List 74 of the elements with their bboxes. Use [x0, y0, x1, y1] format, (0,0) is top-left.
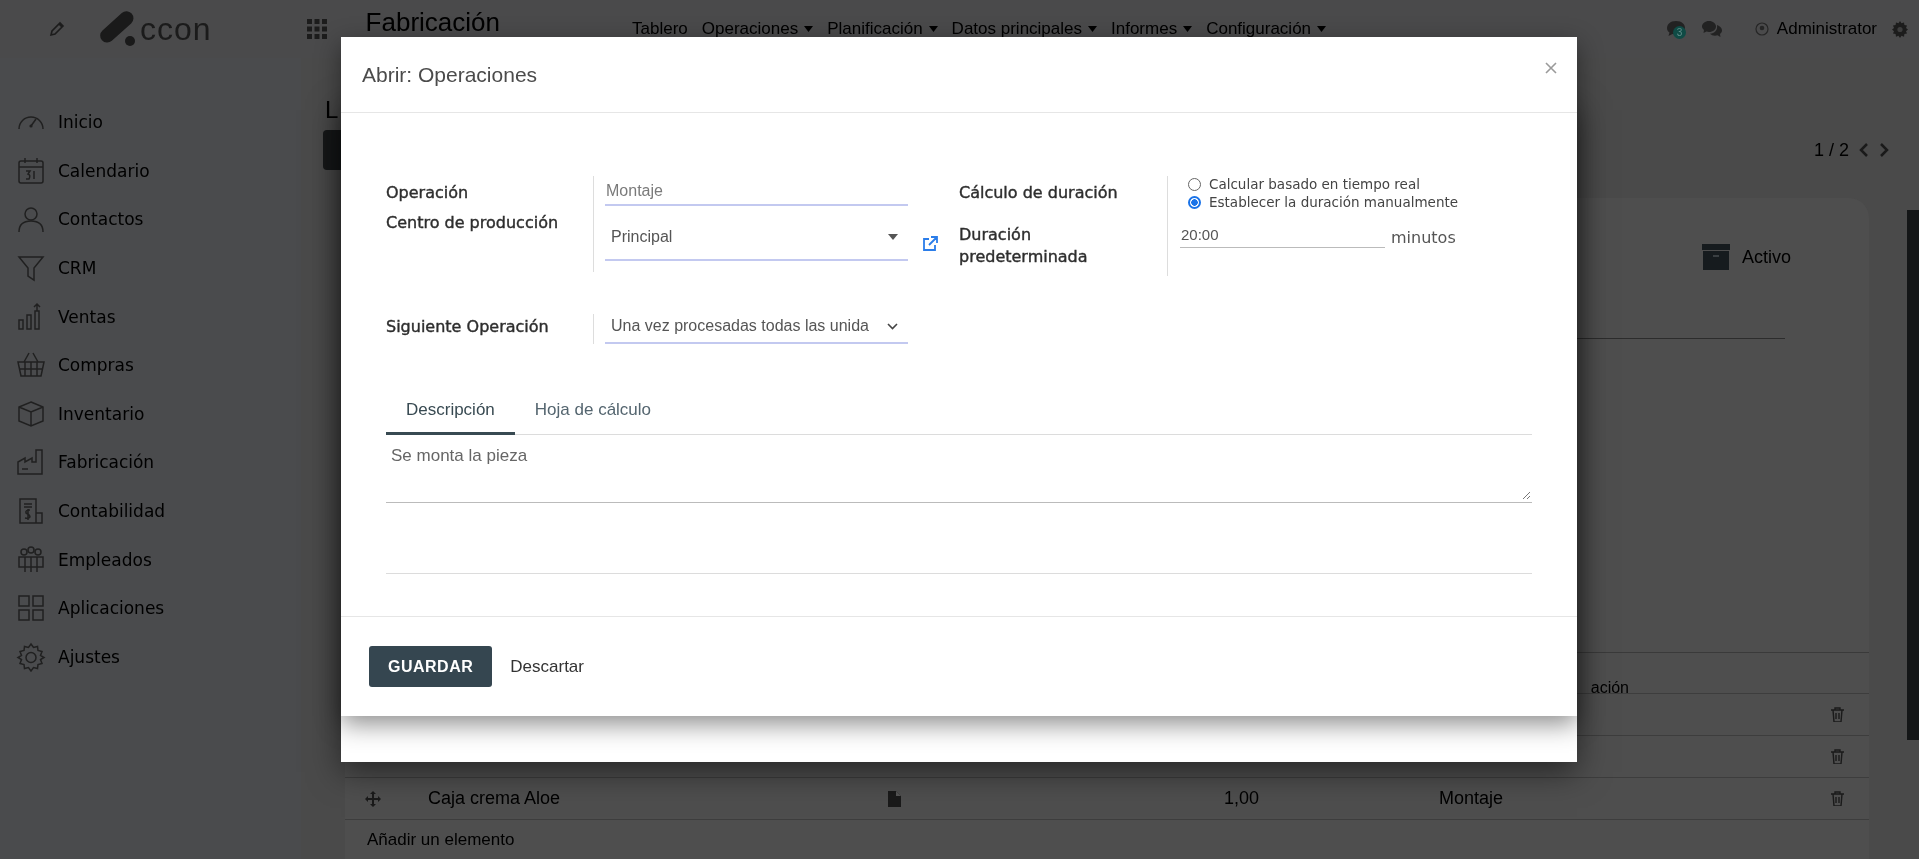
tab[interactable]: Descripción [386, 392, 515, 435]
calendar-icon[interactable] [16, 155, 46, 186]
previous-icon[interactable] [1859, 143, 1869, 157]
add-line-link[interactable]: Añadir un elemento [345, 819, 1869, 850]
sidebar-item[interactable]: Calendario [58, 160, 150, 181]
tab[interactable]: Hoja de cálculo [514, 392, 672, 435]
trash-icon[interactable] [1831, 749, 1844, 764]
apps-grid-icon[interactable] [16, 593, 46, 624]
close-icon[interactable] [1545, 61, 1557, 74]
sidebar-item[interactable]: Inventario [58, 403, 145, 424]
archive-icon [1702, 244, 1730, 270]
dialog-title: Abrir: Operaciones [362, 62, 538, 87]
settings-icon[interactable] [1891, 20, 1909, 38]
input-field[interactable]: Una vez procesadas todas las unida [605, 314, 908, 344]
menu-item[interactable]: Datos principales [951, 19, 1097, 39]
trash-icon[interactable] [1831, 707, 1844, 722]
user-name[interactable]: Administrator [1776, 19, 1877, 39]
caret-icon [888, 234, 898, 240]
save-button[interactable]: GUARDAR [369, 646, 493, 687]
sidebar-item[interactable]: CRM [58, 258, 97, 279]
discard-button[interactable]: Descartar [510, 656, 584, 677]
team-icon[interactable] [16, 544, 46, 575]
description-field[interactable]: Se monta la pieza [386, 435, 1532, 503]
external-link-icon[interactable] [922, 236, 938, 252]
radio-label[interactable]: Calcular basado en tiempo real [1209, 176, 1420, 192]
factory-icon[interactable] [16, 447, 46, 478]
sidebar-item[interactable]: Empleados [58, 549, 152, 570]
unit-label: minutos [1391, 227, 1456, 247]
sidebar-item[interactable]: Aplicaciones [58, 598, 165, 619]
trash-icon[interactable] [1831, 791, 1844, 806]
table-cell-text: 1,00 [1224, 788, 1261, 809]
avatar-icon[interactable] [1754, 22, 1769, 36]
field-label: Operación [386, 182, 470, 204]
menu-item[interactable]: Configuración [1206, 19, 1327, 39]
app-title: Fabricación [365, 9, 500, 35]
chevron-down-icon [887, 322, 898, 330]
drag-handle-icon[interactable] [365, 790, 381, 807]
person-icon[interactable] [16, 204, 46, 235]
radio-button[interactable] [1188, 195, 1201, 209]
sidebar-item[interactable]: Fabricación [58, 452, 155, 473]
menu-item[interactable]: Tablero [632, 19, 688, 39]
menu-item[interactable]: Informes [1111, 19, 1193, 39]
sidebar-item[interactable]: Contabilidad [58, 501, 166, 522]
invoice-icon[interactable] [16, 496, 46, 527]
field-label: Centro de producción [386, 212, 560, 234]
table-cell-text: Caja crema Aloe [428, 788, 562, 809]
field-label: Duración predeterminada [959, 224, 1089, 268]
sidebar-item[interactable]: Ventas [58, 306, 116, 327]
input-field[interactable]: Principal [605, 219, 908, 261]
funnel-icon[interactable] [16, 253, 46, 284]
table-cell: Montaje [1439, 788, 1504, 809]
menu-item[interactable]: Operaciones [701, 19, 814, 39]
field-label: Cálculo de duración [959, 182, 1119, 204]
resize-handle-icon[interactable] [1522, 491, 1531, 500]
gear-icon[interactable] [16, 641, 46, 672]
pager-counter: 1 / 2 [1813, 139, 1849, 161]
sidebar-item[interactable]: Inicio [58, 112, 103, 133]
page-title: L [324, 96, 340, 124]
radio-label[interactable]: Establecer la duración manualmente [1209, 194, 1459, 210]
sidebar-item[interactable]: Contactos [58, 209, 144, 230]
input-field[interactable]: 20:00 [1180, 226, 1385, 248]
edit-icon[interactable] [48, 20, 66, 38]
sidebar-item[interactable]: Ajustes [58, 646, 120, 667]
next-icon[interactable] [1879, 143, 1889, 157]
apps-menu-icon[interactable] [305, 18, 328, 40]
input-field[interactable]: Montaje [605, 182, 908, 206]
box-icon[interactable] [16, 398, 46, 429]
conversation-icon[interactable] [1700, 19, 1723, 39]
radio-button[interactable] [1188, 177, 1201, 191]
column-header: ación [1590, 679, 1629, 693]
document-icon[interactable] [888, 790, 901, 807]
sidebar-item[interactable]: Compras [58, 355, 134, 376]
menu-item[interactable]: Planificación [827, 19, 938, 39]
field-label: Siguiente Operación [386, 316, 550, 338]
